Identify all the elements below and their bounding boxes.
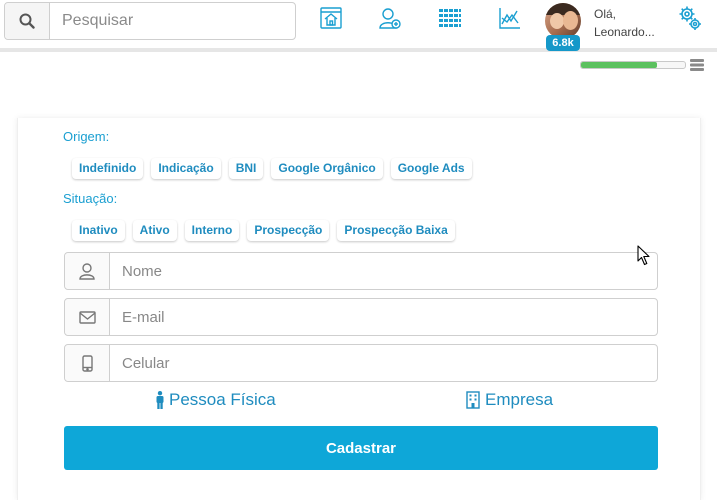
usage-progress-bar (580, 61, 686, 69)
user-icon (79, 262, 95, 280)
progress-fill (581, 62, 657, 68)
settings-button[interactable] (678, 5, 702, 36)
nav-home[interactable] (319, 6, 343, 30)
nav-calendar[interactable] (438, 6, 462, 30)
nome-addon (65, 253, 110, 289)
gears-icon (679, 6, 701, 30)
points-badge: 6.8k (546, 35, 580, 51)
database-icon (690, 59, 704, 71)
email-input[interactable] (110, 299, 657, 335)
search-button[interactable] (5, 3, 50, 39)
mouse-cursor-icon (637, 245, 650, 266)
envelope-icon (78, 310, 96, 324)
situacao-chip[interactable]: Prospecção (247, 220, 330, 241)
situacao-chip[interactable]: Ativo (132, 220, 177, 241)
empresa-label: Empresa (485, 390, 554, 409)
top-bar: 6.8k Olá, Leonardo... (0, 0, 717, 52)
person-icon (156, 391, 164, 409)
origem-chip[interactable]: Google Ads (390, 158, 472, 179)
nome-field (64, 252, 658, 290)
situacao-chip[interactable]: Inativo (72, 220, 125, 241)
mobile-phone-icon (81, 354, 93, 372)
user-greeting[interactable]: Olá, Leonardo... (594, 5, 655, 41)
avatar (545, 3, 581, 39)
calendar-grid-icon (439, 9, 461, 27)
user-avatar-area[interactable]: 6.8k (545, 3, 581, 51)
celular-input[interactable] (110, 345, 657, 381)
register-form-card: Origem: Indefinido Indicação BNI Google Org… (17, 118, 701, 500)
celular-addon (65, 345, 110, 381)
add-user-icon (379, 8, 401, 29)
situacao-options: Inativo Ativo Interno Prospecção Prospecção … (72, 220, 455, 241)
nav-add-user[interactable] (378, 6, 402, 30)
storage-button[interactable] (690, 58, 704, 76)
nome-input[interactable] (110, 253, 657, 289)
building-icon (466, 391, 480, 409)
greeting-line1: Olá, (594, 7, 617, 21)
origem-label: Origem: (63, 129, 110, 144)
pessoa-fisica-label: Pessoa Física (169, 390, 276, 409)
search-box (4, 2, 296, 40)
situacao-label: Situação: (63, 191, 118, 206)
origem-chip[interactable]: BNI (228, 158, 264, 179)
celular-field (64, 344, 658, 382)
origem-options: Indefinido Indicação BNI Google Orgânico Goo… (72, 158, 472, 179)
search-input[interactable] (50, 3, 295, 39)
cadastrar-button[interactable]: Cadastrar (64, 426, 658, 470)
pessoa-fisica-button[interactable]: Pessoa Física (156, 390, 276, 410)
origem-chip[interactable]: Google Orgânico (271, 158, 383, 179)
situacao-chip[interactable]: Prospecção Baixa (337, 220, 455, 241)
greeting-line2: Leonardo... (594, 25, 655, 39)
origem-chip[interactable]: Indicação (151, 158, 221, 179)
origem-chip[interactable]: Indefinido (72, 158, 144, 179)
chart-icon (499, 8, 520, 29)
empresa-button[interactable]: Empresa (466, 390, 553, 410)
email-addon (65, 299, 110, 335)
search-icon (19, 13, 35, 29)
nav-chart[interactable] (498, 6, 522, 30)
situacao-chip[interactable]: Interno (184, 220, 240, 241)
email-field (64, 298, 658, 336)
home-icon (320, 7, 342, 29)
